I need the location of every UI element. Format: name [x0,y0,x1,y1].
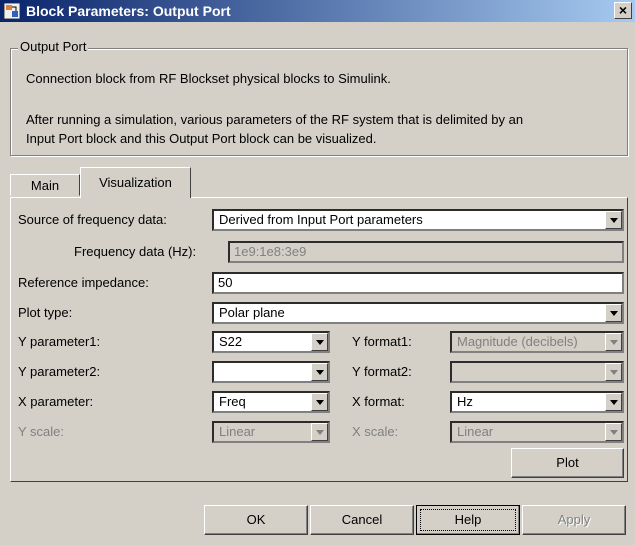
description-line-3: Input Port block and this Output Port bl… [26,131,377,146]
y-format1-label: Y format1: [352,334,412,349]
plot-type-label: Plot type: [18,305,73,320]
y-parameter1-value: S22 [219,334,243,349]
ref-impedance-label: Reference impedance: [18,275,149,290]
plot-button-label: Plot [556,455,579,470]
plot-type-value: Polar plane [219,305,285,320]
description-line-2: After running a simulation, various para… [26,112,524,127]
x-format-label: X format: [352,394,405,409]
chevron-down-icon [605,211,622,229]
x-scale-value: Linear [457,424,494,439]
y-format2-label: Y format2: [352,364,412,379]
x-format-dropdown[interactable]: Hz [450,391,624,413]
x-scale-label: X scale: [352,424,399,439]
description-line-1: Connection block from RF Blockset physic… [26,71,391,86]
freq-data-label: Frequency data (Hz): [74,244,197,259]
x-format-value: Hz [457,394,473,409]
tab-main[interactable]: Main [10,174,80,196]
apply-button[interactable]: Apply [522,505,626,535]
groupbox-legend: Output Port [18,39,89,54]
source-freq-dropdown[interactable]: Derived from Input Port parameters [212,209,624,231]
plot-button[interactable]: Plot [511,448,624,478]
y-scale-label: Y scale: [18,424,65,439]
x-parameter-label: X parameter: [18,394,94,409]
chevron-down-icon [605,304,622,322]
tab-visualization-label: Visualization [99,175,172,190]
y-parameter1-label: Y parameter1: [18,334,101,349]
y-parameter2-dropdown[interactable] [212,361,330,383]
tab-main-label: Main [30,178,60,193]
chevron-down-icon [311,333,328,351]
help-button-label: Help [454,512,482,527]
window-title: Block Parameters: Output Port [26,3,231,19]
chevron-down-icon [605,363,622,381]
y-format1-dropdown[interactable]: Magnitude (decibels) [450,331,624,353]
close-button[interactable]: × [614,2,632,19]
y-format1-value: Magnitude (decibels) [457,334,578,349]
chevron-down-icon [605,393,622,411]
cancel-button-label: Cancel [341,512,383,527]
x-parameter-value: Freq [219,394,246,409]
x-parameter-dropdown[interactable]: Freq [212,391,330,413]
y-scale-value: Linear [219,424,256,439]
plot-type-dropdown[interactable]: Polar plane [212,302,624,324]
simulink-block-icon [4,3,20,19]
chevron-down-icon [311,423,328,441]
chevron-down-icon [605,333,622,351]
source-freq-label: Source of frequency data: [18,212,167,227]
y-parameter2-label: Y parameter2: [18,364,101,379]
chevron-down-icon [605,423,622,441]
y-parameter1-dropdown[interactable]: S22 [212,331,330,353]
ok-button-label: OK [246,512,266,527]
help-button[interactable]: Help [416,505,520,535]
tab-visualization[interactable]: Visualization [80,167,191,198]
y-format2-dropdown[interactable] [450,361,624,383]
source-freq-value: Derived from Input Port parameters [219,212,423,227]
close-icon: × [618,2,628,18]
cancel-button[interactable]: Cancel [310,505,414,535]
y-scale-dropdown[interactable]: Linear [212,421,330,443]
freq-data-input[interactable]: 1e9:1e8:3e9 [228,241,624,263]
ok-button[interactable]: OK [204,505,308,535]
ref-impedance-input[interactable]: 50 [212,272,624,294]
x-scale-dropdown[interactable]: Linear [450,421,624,443]
chevron-down-icon [311,393,328,411]
title-bar[interactable]: Block Parameters: Output Port × [0,0,635,22]
chevron-down-icon [311,363,328,381]
apply-button-label: Apply [557,512,591,527]
